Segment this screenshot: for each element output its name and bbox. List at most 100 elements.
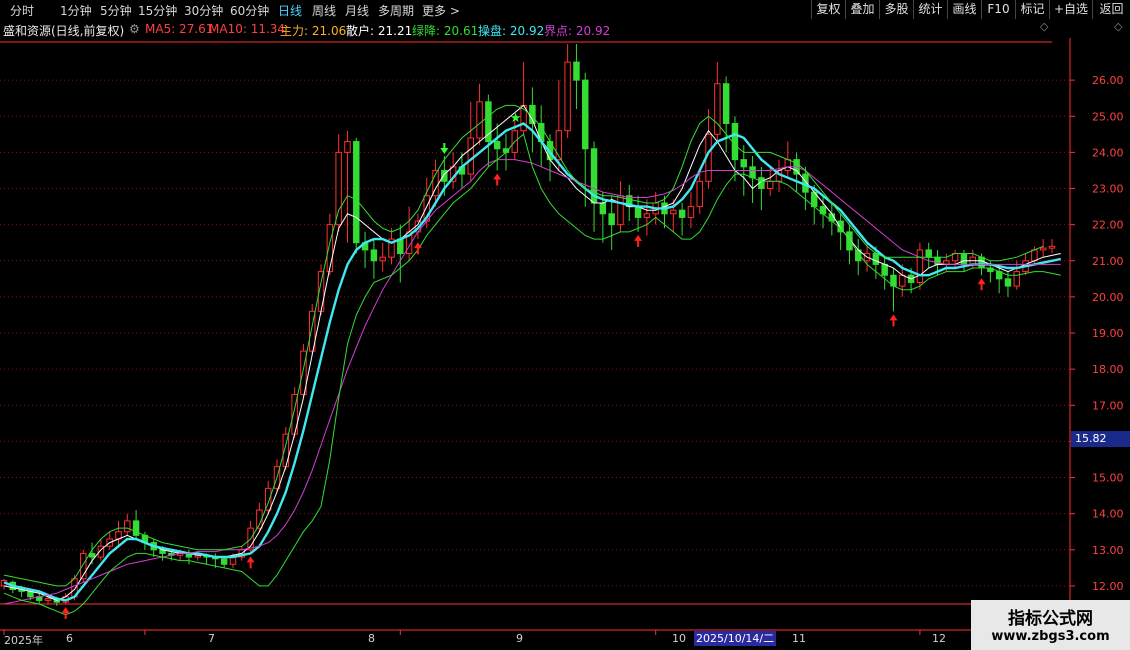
candle-body [476, 101, 483, 139]
green-star-marker: ★ [510, 111, 522, 126]
candle-body [379, 256, 386, 262]
y-tick-label: 21.00 [1092, 255, 1124, 268]
candle-body [344, 141, 351, 153]
x-label-sep: 9 [516, 632, 523, 645]
candle-body [1039, 247, 1047, 251]
candle-body [670, 209, 677, 215]
period-tab-daily[interactable]: 日线 [278, 2, 302, 19]
red-arrow-marker [493, 173, 502, 186]
y-tick-label: 19.00 [1092, 327, 1124, 340]
mark-button[interactable]: 标记 [1015, 0, 1049, 19]
candle-body [749, 166, 756, 179]
candle-body [740, 159, 747, 168]
y-tick-label: 12.00 [1092, 580, 1124, 593]
candle-body [573, 61, 580, 81]
lvjiang-value: 绿降: 20.61 [412, 24, 479, 38]
stats-button[interactable]: 统计 [913, 0, 947, 19]
candle-body [766, 180, 774, 190]
selected-date-label: 2025/10/14/二 [694, 631, 777, 646]
candle-body [1048, 245, 1056, 249]
add-watchlist-button[interactable]: +自选 [1049, 0, 1092, 19]
red-arrow-marker [634, 234, 643, 247]
red-arrow-marker [977, 278, 986, 291]
draw-button[interactable]: 画线 [947, 0, 981, 19]
candle-body [916, 249, 924, 283]
y-tick-label: 14.00 [1092, 508, 1124, 521]
settings-icon[interactable]: ⚙ [129, 22, 140, 36]
ma-line [3, 104, 1061, 601]
stock-title: 盛和资源(日线,前复权) [3, 24, 125, 38]
f10-button[interactable]: F10 [981, 0, 1015, 19]
candle-body [582, 79, 589, 150]
jiedian-value: 界点: 20.92 [544, 24, 611, 38]
candle-body [493, 141, 501, 150]
watermark: 指标公式网 www.zbgs3.com [971, 600, 1130, 650]
green-arrow-marker [440, 143, 449, 154]
candle-body [722, 83, 730, 124]
candle-body [335, 151, 342, 226]
candle-body [326, 224, 334, 273]
period-tab-weekly[interactable]: 周线 [312, 2, 336, 19]
ma5-value: MA5: 27.61 [145, 22, 214, 36]
period-tab-multi[interactable]: 多周期 [378, 2, 414, 19]
zhuli-value: 主力: 21.06 [280, 24, 347, 38]
period-tab-fenshi[interactable]: 分时 [10, 2, 34, 19]
x-label-oct: 10 [672, 632, 686, 645]
y-tick-label: 25.00 [1092, 110, 1124, 123]
expand-diamond-icon[interactable]: ◇ [1114, 20, 1122, 33]
collapse-diamond-icon[interactable]: ◇ [1040, 20, 1048, 33]
back-button[interactable]: 返回 [1092, 0, 1130, 19]
candle-body [617, 195, 624, 226]
candle-body [467, 137, 474, 175]
candle-body [731, 122, 739, 161]
candle-body [1004, 278, 1012, 287]
period-toolbar: 分时 1分钟 5分钟 15分钟 30分钟 60分钟 日线 周线 月线 多周期 更… [0, 0, 1130, 20]
candle-body [881, 263, 888, 276]
red-arrow-marker [246, 556, 255, 569]
candle-body [564, 61, 571, 132]
indicator-info-bar: 盛和资源(日线,前复权) ⚙ MA5: 27.61 MA10: 11.34 主力… [0, 20, 1060, 38]
red-arrow-marker [61, 607, 70, 619]
candle-body [220, 558, 228, 565]
overlay-button[interactable]: 叠加 [845, 0, 879, 19]
candle-body [397, 238, 404, 255]
period-tab-5min[interactable]: 5分钟 [100, 2, 132, 19]
ma10-value: MA10: 11.34 [209, 22, 286, 36]
candle-body [872, 253, 880, 265]
period-tab-more[interactable]: 更多 > [422, 2, 460, 19]
candle-body [370, 249, 378, 262]
candle-body [634, 206, 642, 218]
ma-line [3, 159, 1061, 605]
sanhu-value: 散户: 21.21 [346, 24, 413, 38]
red-arrow-marker [889, 314, 898, 327]
candle-body [899, 274, 906, 287]
candlestick-chart[interactable]: 12.0013.0014.0015.0016.0017.0018.0019.00… [0, 38, 1130, 650]
candle-body [124, 520, 131, 533]
candle-body [608, 213, 615, 226]
period-tab-15min[interactable]: 15分钟 [138, 2, 177, 19]
candle-body [925, 249, 932, 258]
x-label-dec: 12 [932, 632, 946, 645]
candle-body [978, 256, 985, 269]
candle-body [132, 520, 140, 536]
multi-stock-button[interactable]: 多股 [879, 0, 913, 19]
price-cursor-label: 15.82 [1071, 431, 1130, 447]
watermark-url: www.zbgs3.com [991, 629, 1110, 644]
x-label-year: 2025年 [4, 634, 43, 647]
candle-body [784, 159, 792, 171]
period-tab-60min[interactable]: 60分钟 [230, 2, 269, 19]
y-tick-label: 18.00 [1092, 363, 1124, 376]
y-tick-label: 20.00 [1092, 291, 1124, 304]
candle-body [687, 206, 695, 218]
period-tab-30min[interactable]: 30分钟 [184, 2, 223, 19]
x-label-aug: 8 [368, 632, 375, 645]
candle-body [1013, 271, 1021, 287]
period-tab-1min[interactable]: 1分钟 [60, 2, 92, 19]
fuquan-button[interactable]: 复权 [811, 0, 845, 19]
ma-line [3, 122, 1062, 602]
y-tick-label: 23.00 [1092, 183, 1124, 196]
x-label-jun: 6 [66, 632, 73, 645]
period-tab-monthly[interactable]: 月线 [345, 2, 369, 19]
x-label-jul: 7 [208, 632, 215, 645]
candle-body [960, 253, 968, 265]
